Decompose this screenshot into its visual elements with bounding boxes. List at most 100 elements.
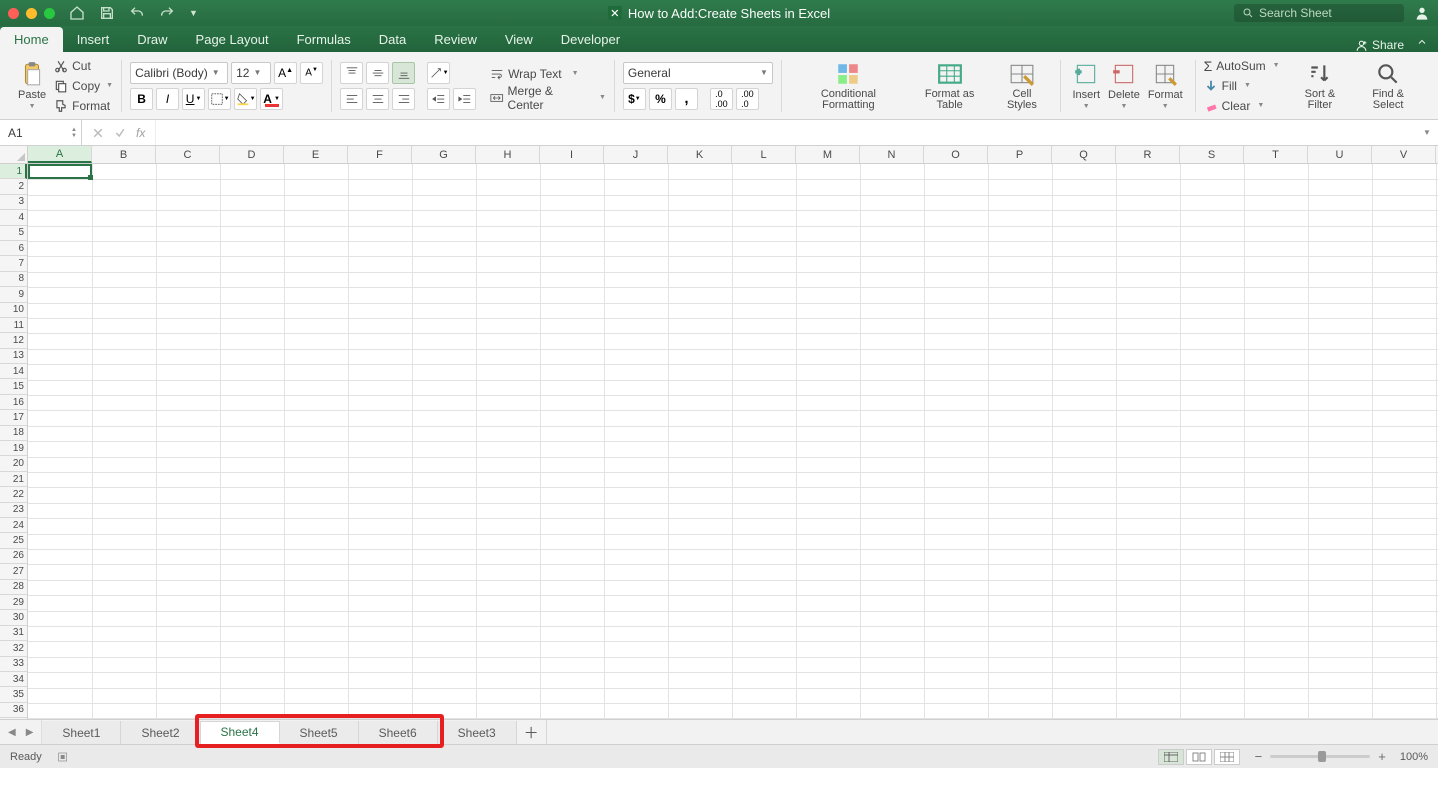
minimize-window-icon[interactable]: [26, 8, 37, 19]
column-header-B[interactable]: B: [92, 146, 156, 163]
normal-view-button[interactable]: [1158, 749, 1184, 765]
merge-center-button[interactable]: Merge & Center▼: [490, 89, 606, 107]
zoom-slider[interactable]: [1270, 755, 1370, 758]
row-header-5[interactable]: 5: [0, 226, 27, 241]
undo-icon[interactable]: [129, 5, 145, 21]
column-header-L[interactable]: L: [732, 146, 796, 163]
font-name-combo[interactable]: Calibri (Body)▼: [130, 62, 228, 84]
column-header-N[interactable]: N: [860, 146, 924, 163]
copy-button[interactable]: Copy▼: [54, 77, 113, 95]
bold-button[interactable]: B: [130, 88, 153, 110]
italic-button[interactable]: I: [156, 88, 179, 110]
row-header-2[interactable]: 2: [0, 179, 27, 194]
zoom-out-button[interactable]: −: [1255, 749, 1263, 764]
row-header-8[interactable]: 8: [0, 272, 27, 287]
font-size-combo[interactable]: 12▼: [231, 62, 271, 84]
border-button[interactable]: ▼: [208, 88, 231, 110]
ribbon-tab-formulas[interactable]: Formulas: [283, 27, 365, 52]
row-header-10[interactable]: 10: [0, 303, 27, 318]
column-header-E[interactable]: E: [284, 146, 348, 163]
cell-styles-button[interactable]: Cell Styles: [992, 57, 1051, 115]
row-header-15[interactable]: 15: [0, 379, 27, 394]
row-header-7[interactable]: 7: [0, 256, 27, 271]
cells-area[interactable]: [28, 164, 1438, 719]
sheet-tab-sheet4[interactable]: Sheet4: [201, 721, 280, 744]
search-sheet-box[interactable]: [1234, 4, 1404, 22]
row-header-33[interactable]: 33: [0, 657, 27, 672]
decrease-decimal-button[interactable]: .00.0: [736, 88, 759, 110]
row-header-25[interactable]: 25: [0, 533, 27, 548]
insert-cells-button[interactable]: Insert▼: [1069, 57, 1105, 115]
row-header-24[interactable]: 24: [0, 518, 27, 533]
column-header-U[interactable]: U: [1308, 146, 1372, 163]
format-cells-button[interactable]: Format▼: [1144, 57, 1187, 115]
increase-font-button[interactable]: A▲: [274, 62, 297, 84]
formula-input[interactable]: [156, 120, 1416, 145]
ribbon-tab-insert[interactable]: Insert: [63, 27, 124, 52]
column-header-G[interactable]: G: [412, 146, 476, 163]
row-header-30[interactable]: 30: [0, 610, 27, 625]
paste-button[interactable]: Paste ▼: [14, 57, 50, 115]
confirm-formula-icon[interactable]: [114, 127, 126, 139]
add-sheet-button[interactable]: ＋: [517, 720, 547, 744]
zoom-level[interactable]: 100%: [1400, 751, 1428, 763]
increase-indent-button[interactable]: [453, 88, 476, 110]
user-icon[interactable]: [1414, 5, 1430, 21]
decrease-indent-button[interactable]: [427, 88, 450, 110]
ribbon-tab-developer[interactable]: Developer: [547, 27, 634, 52]
column-header-P[interactable]: P: [988, 146, 1052, 163]
row-header-20[interactable]: 20: [0, 456, 27, 471]
align-left-button[interactable]: [340, 88, 363, 110]
sheet-nav-prev-icon[interactable]: ◀: [8, 727, 16, 738]
row-header-27[interactable]: 27: [0, 564, 27, 579]
wrap-text-button[interactable]: Wrap Text▼: [490, 65, 606, 83]
sheet-tab-sheet6[interactable]: Sheet6: [359, 721, 438, 744]
fill-button[interactable]: Fill▼: [1204, 77, 1280, 95]
orientation-button[interactable]: ▼: [427, 62, 450, 84]
format-as-table-button[interactable]: Format as Table: [907, 57, 992, 115]
increase-decimal-button[interactable]: .0.00: [710, 88, 733, 110]
search-input[interactable]: [1259, 6, 1389, 20]
sheet-tab-sheet3[interactable]: Sheet3: [438, 721, 517, 744]
row-header-19[interactable]: 19: [0, 441, 27, 456]
macro-recorder-icon[interactable]: [56, 749, 72, 765]
cut-button[interactable]: Cut: [54, 57, 113, 75]
name-box[interactable]: A1 ▲▼: [0, 120, 82, 145]
font-color-button[interactable]: A▼: [260, 88, 283, 110]
row-header-11[interactable]: 11: [0, 318, 27, 333]
column-header-M[interactable]: M: [796, 146, 860, 163]
row-header-18[interactable]: 18: [0, 426, 27, 441]
align-center-button[interactable]: [366, 88, 389, 110]
fx-icon[interactable]: fx: [136, 126, 145, 140]
row-header-4[interactable]: 4: [0, 210, 27, 225]
row-header-13[interactable]: 13: [0, 349, 27, 364]
column-header-C[interactable]: C: [156, 146, 220, 163]
column-header-D[interactable]: D: [220, 146, 284, 163]
home-icon[interactable]: [69, 5, 85, 21]
select-all-corner[interactable]: [0, 146, 28, 163]
zoom-in-button[interactable]: +: [1378, 749, 1386, 764]
row-header-14[interactable]: 14: [0, 364, 27, 379]
number-format-combo[interactable]: General▼: [623, 62, 773, 84]
column-header-S[interactable]: S: [1180, 146, 1244, 163]
row-header-29[interactable]: 29: [0, 595, 27, 610]
underline-button[interactable]: U▼: [182, 88, 205, 110]
ribbon-tab-page-layout[interactable]: Page Layout: [182, 27, 283, 52]
row-header-1[interactable]: 1: [0, 164, 27, 179]
ribbon-tab-view[interactable]: View: [491, 27, 547, 52]
column-header-R[interactable]: R: [1116, 146, 1180, 163]
column-header-A[interactable]: A: [28, 146, 92, 163]
column-header-K[interactable]: K: [668, 146, 732, 163]
currency-button[interactable]: $▼: [623, 88, 646, 110]
cancel-formula-icon[interactable]: [92, 127, 104, 139]
row-header-3[interactable]: 3: [0, 195, 27, 210]
column-header-H[interactable]: H: [476, 146, 540, 163]
expand-formula-bar-icon[interactable]: ▼: [1416, 128, 1438, 137]
row-header-6[interactable]: 6: [0, 241, 27, 256]
redo-icon[interactable]: [159, 5, 175, 21]
ribbon-tab-home[interactable]: Home: [0, 27, 63, 52]
conditional-formatting-button[interactable]: Conditional Formatting: [790, 57, 907, 115]
sheet-tab-sheet2[interactable]: Sheet2: [121, 721, 200, 744]
save-icon[interactable]: [99, 5, 115, 21]
row-header-12[interactable]: 12: [0, 333, 27, 348]
